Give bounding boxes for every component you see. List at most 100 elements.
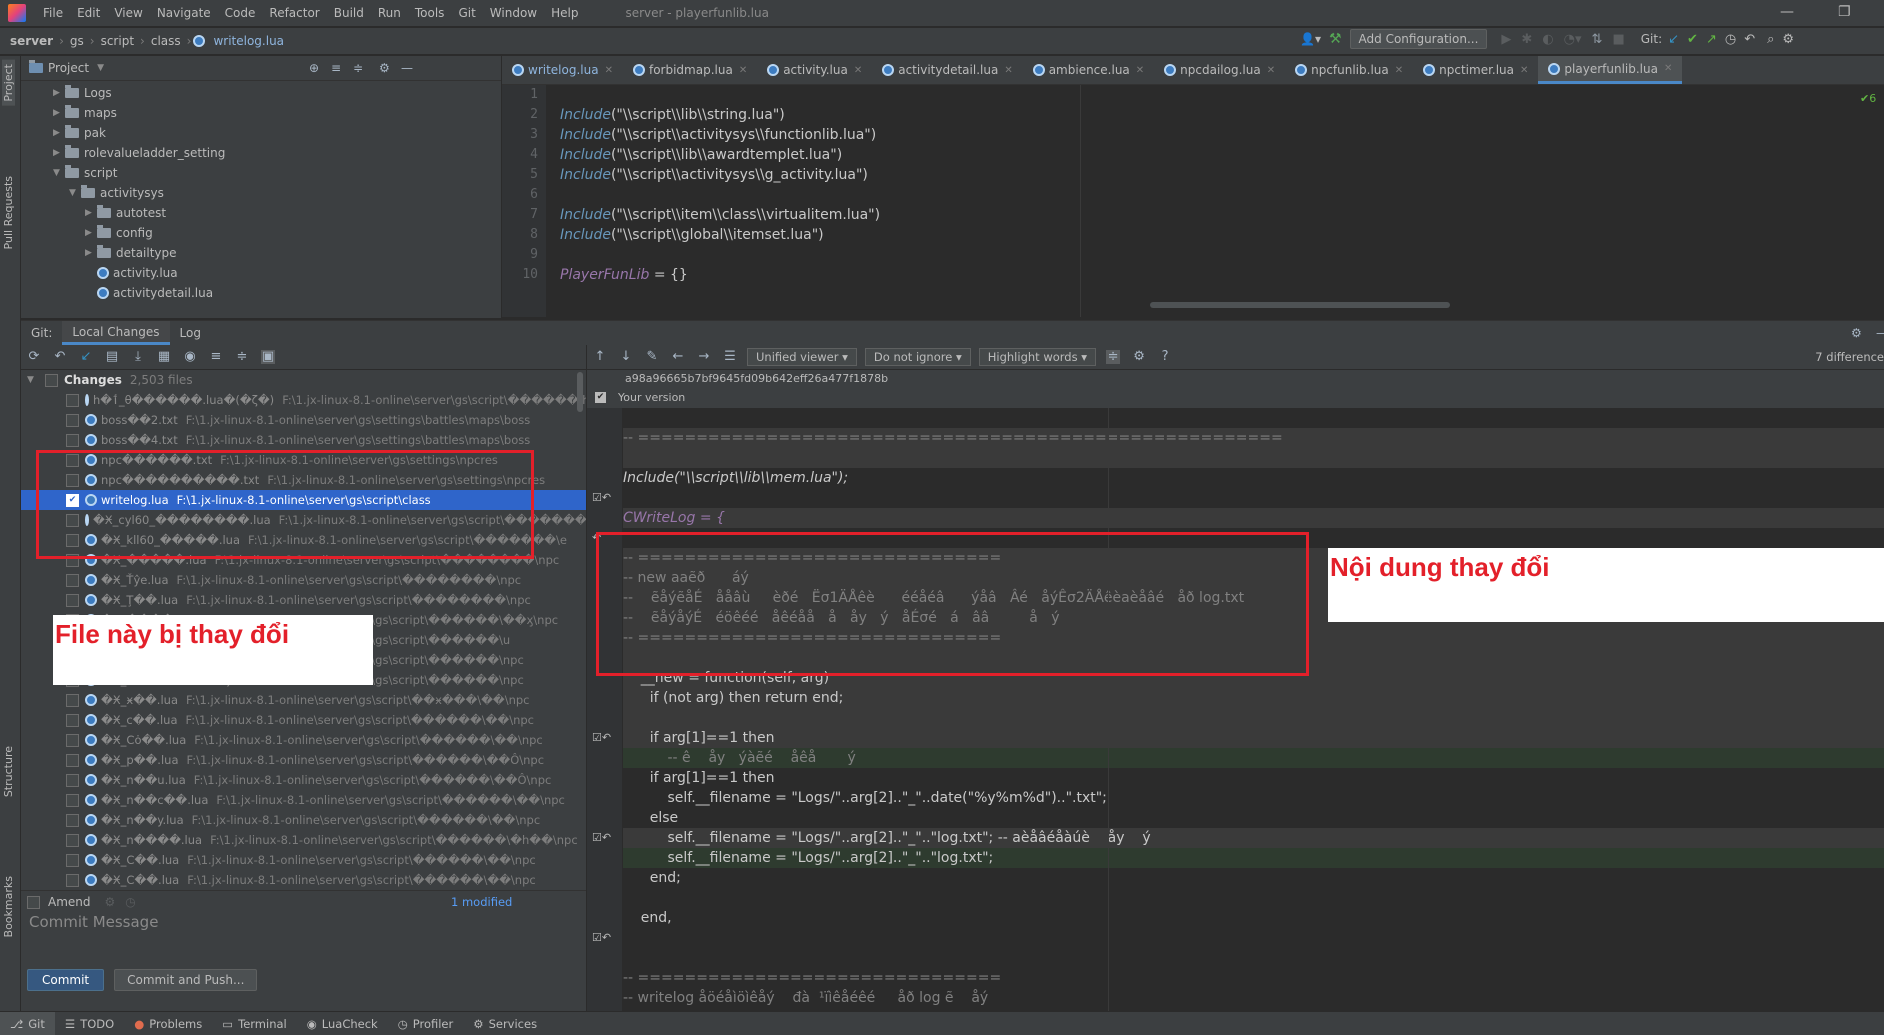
collapsed-chevron-icon[interactable]: ▶ xyxy=(53,148,65,158)
collapse-all-changes-icon[interactable]: ≑ xyxy=(235,350,249,364)
tree-folder[interactable]: ▶ maps xyxy=(21,103,501,123)
editor-tab[interactable]: npctimer.lua ✕ xyxy=(1413,56,1538,84)
file-checkbox[interactable] xyxy=(66,873,79,887)
inspection-ok-icon[interactable]: ✔6 xyxy=(1860,92,1876,105)
changed-file-row[interactable]: �Ӿ_ӿ��.lua F:\1.jx-linux-8.1-online\serve… xyxy=(21,690,586,710)
view-options-icon[interactable]: ◉ xyxy=(183,350,197,364)
tree-folder[interactable]: ▶ rolevalueladder_setting xyxy=(21,143,501,163)
tree-folder[interactable]: ▼ script xyxy=(21,163,501,183)
collapsed-chevron-icon[interactable]: ▶ xyxy=(85,208,97,218)
accept-change-icon-3[interactable]: ☑↶ xyxy=(592,731,611,744)
close-tab-icon[interactable]: ✕ xyxy=(1136,65,1144,76)
changed-file-row[interactable]: boss��4.txt F:\1.jx-linux-8.1-online\serv… xyxy=(21,430,586,450)
menu-item-git[interactable]: Git xyxy=(451,6,482,20)
commit-history-icon[interactable]: ◷ xyxy=(125,895,135,909)
changed-file-row[interactable]: h�ٲ_θ������.lua�(�ζ�) F:\1.jx-linux-8.1-o… xyxy=(21,390,586,410)
previous-file-icon[interactable]: ← xyxy=(671,350,685,364)
file-checkbox[interactable] xyxy=(66,833,79,847)
changes-select-all-checkbox[interactable] xyxy=(45,373,58,387)
collapse-unchanged-icon[interactable]: ≑ xyxy=(1106,350,1121,364)
highlight-dropdown[interactable]: Highlight words ▾ xyxy=(978,348,1097,366)
git-push-icon[interactable]: ↗ xyxy=(1706,32,1717,47)
diff-settings-icon[interactable]: ⚙ xyxy=(1132,350,1146,364)
refresh-icon[interactable]: ⟳ xyxy=(27,350,41,364)
status-git-button[interactable]: ⎇ Git xyxy=(0,1012,55,1035)
bookmarks-tool-button[interactable]: Bookmarks xyxy=(2,876,15,937)
tab-log[interactable]: Log xyxy=(170,321,211,345)
menu-item-view[interactable]: View xyxy=(107,6,149,20)
changed-file-row[interactable]: �Ӿ_n��c��.lua F:\1.jx-linux-8.1-online\se… xyxy=(21,790,586,810)
status-services-button[interactable]: ⚙ Services xyxy=(463,1012,547,1035)
tool-window-options-icon[interactable]: ⚙ xyxy=(1851,326,1862,340)
git-update-icon[interactable]: ↙ xyxy=(1668,32,1679,47)
changed-file-row[interactable]: boss��2.txt F:\1.jx-linux-8.1-online\serv… xyxy=(21,410,586,430)
file-checkbox[interactable] xyxy=(66,733,79,747)
menu-item-build[interactable]: Build xyxy=(327,6,371,20)
next-file-icon[interactable]: → xyxy=(697,350,711,364)
collapsed-chevron-icon[interactable]: ▶ xyxy=(53,88,65,98)
expanded-chevron-icon[interactable]: ▼ xyxy=(53,168,65,178)
accept-change-icon-5[interactable]: ☑↶ xyxy=(592,931,611,944)
changed-file-row[interactable]: �Ӿ_Ţ��.lua F:\1.jx-linux-8.1-online\serve… xyxy=(21,590,586,610)
changed-file-row[interactable]: �Ӿ_n����.lua F:\1.jx-linux-8.1-online\ser… xyxy=(21,830,586,850)
breadcrumb-item[interactable]: script xyxy=(97,34,138,48)
editor-tab[interactable]: writelog.lua ✕ xyxy=(502,56,623,84)
next-difference-icon[interactable]: ↓ xyxy=(619,350,633,364)
close-tab-icon[interactable]: ✕ xyxy=(1520,65,1528,76)
menu-item-tools[interactable]: Tools xyxy=(408,6,452,20)
file-checkbox[interactable] xyxy=(66,813,79,827)
tree-folder[interactable]: ▶ config xyxy=(21,223,501,243)
structure-tool-button[interactable]: Structure xyxy=(2,746,15,797)
tree-folder[interactable]: ▶ pak xyxy=(21,123,501,143)
file-checkbox[interactable] xyxy=(66,693,79,707)
status-terminal-button[interactable]: ▭ Terminal xyxy=(212,1012,296,1035)
project-title[interactable]: Project xyxy=(48,61,89,75)
run-icon[interactable]: ▶ xyxy=(1501,32,1511,47)
profile-icon[interactable]: ◔▾ xyxy=(1564,32,1582,47)
status-luacheck-button[interactable]: ◉ LuaCheck xyxy=(297,1012,388,1035)
menu-item-edit[interactable]: Edit xyxy=(70,6,107,20)
project-tool-button[interactable]: Project xyxy=(2,60,15,106)
rebuild-icon[interactable]: ⇅ xyxy=(1592,32,1603,47)
close-tab-icon[interactable]: ✕ xyxy=(1267,65,1275,76)
file-checkbox[interactable] xyxy=(66,413,79,427)
menu-item-file[interactable]: File xyxy=(36,6,70,20)
status-problems-button[interactable]: ● Problems xyxy=(124,1012,212,1035)
hide-tool-window-icon[interactable]: — xyxy=(1876,326,1884,340)
collapsed-chevron-icon[interactable]: ▶ xyxy=(85,248,97,258)
whitespace-dropdown[interactable]: Do not ignore ▾ xyxy=(864,348,971,366)
rollback-changes-icon[interactable]: ↶ xyxy=(53,350,67,364)
rollback-icon[interactable]: ↶ xyxy=(1744,32,1755,47)
collapse-all-icon[interactable]: ≑ xyxy=(353,61,363,75)
editor-tab[interactable]: npcfunlib.lua ✕ xyxy=(1285,56,1413,84)
close-tab-icon[interactable]: ✕ xyxy=(605,65,613,76)
breadcrumb-item[interactable]: server xyxy=(6,34,57,48)
add-configuration-button[interactable]: Add Configuration... xyxy=(1349,29,1488,49)
changed-file-row[interactable]: �Ӿ_p��.lua F:\1.jx-linux-8.1-online\serve… xyxy=(21,750,586,770)
close-tab-icon[interactable]: ✕ xyxy=(1004,65,1012,76)
accept-change-icon-1[interactable]: ☑↶ xyxy=(592,491,611,504)
tree-file[interactable]: activitydetail.lua xyxy=(21,283,501,303)
menu-item-refactor[interactable]: Refactor xyxy=(262,6,326,20)
options-icon[interactable]: ⚙ xyxy=(379,61,390,75)
expand-all-changes-icon[interactable]: ≡ xyxy=(209,350,223,364)
changed-file-row[interactable]: �Ӿ_Ťŷe.lua F:\1.jx-linux-8.1-online\serve… xyxy=(21,570,586,590)
shelve-icon[interactable]: ⤓ xyxy=(131,350,145,364)
menu-item-navigate[interactable]: Navigate xyxy=(150,6,218,20)
previous-difference-icon[interactable]: ↑ xyxy=(593,350,607,364)
edit-source-icon[interactable]: ✎ xyxy=(645,350,659,364)
changed-file-row[interactable]: �Ӿ_C��.lua F:\1.jx-linux-8.1-online\serve… xyxy=(21,850,586,870)
tree-folder[interactable]: ▶ Logs xyxy=(21,83,501,103)
editor-tab[interactable]: ambience.lua ✕ xyxy=(1023,56,1154,84)
menu-item-window[interactable]: Window xyxy=(483,6,544,20)
changed-file-row[interactable]: �Ӿ_n��u.lua F:\1.jx-linux-8.1-online\serv… xyxy=(21,770,586,790)
history-icon[interactable]: ◷ xyxy=(1725,32,1736,47)
breadcrumb-item[interactable]: gs xyxy=(66,34,88,48)
group-by-icon[interactable]: ▦ xyxy=(157,350,171,364)
tab-local-changes[interactable]: Local Changes xyxy=(62,321,170,345)
file-checkbox[interactable] xyxy=(66,593,79,607)
changed-file-row[interactable]: �Ӿ_n��y.lua F:\1.jx-linux-8.1-online\serv… xyxy=(21,810,586,830)
menu-item-help[interactable]: Help xyxy=(544,6,585,20)
file-checkbox[interactable] xyxy=(66,393,79,407)
changed-file-row[interactable]: �Ӿ_Cȯ��.lua F:\1.jx-linux-8.1-online\serv… xyxy=(21,730,586,750)
